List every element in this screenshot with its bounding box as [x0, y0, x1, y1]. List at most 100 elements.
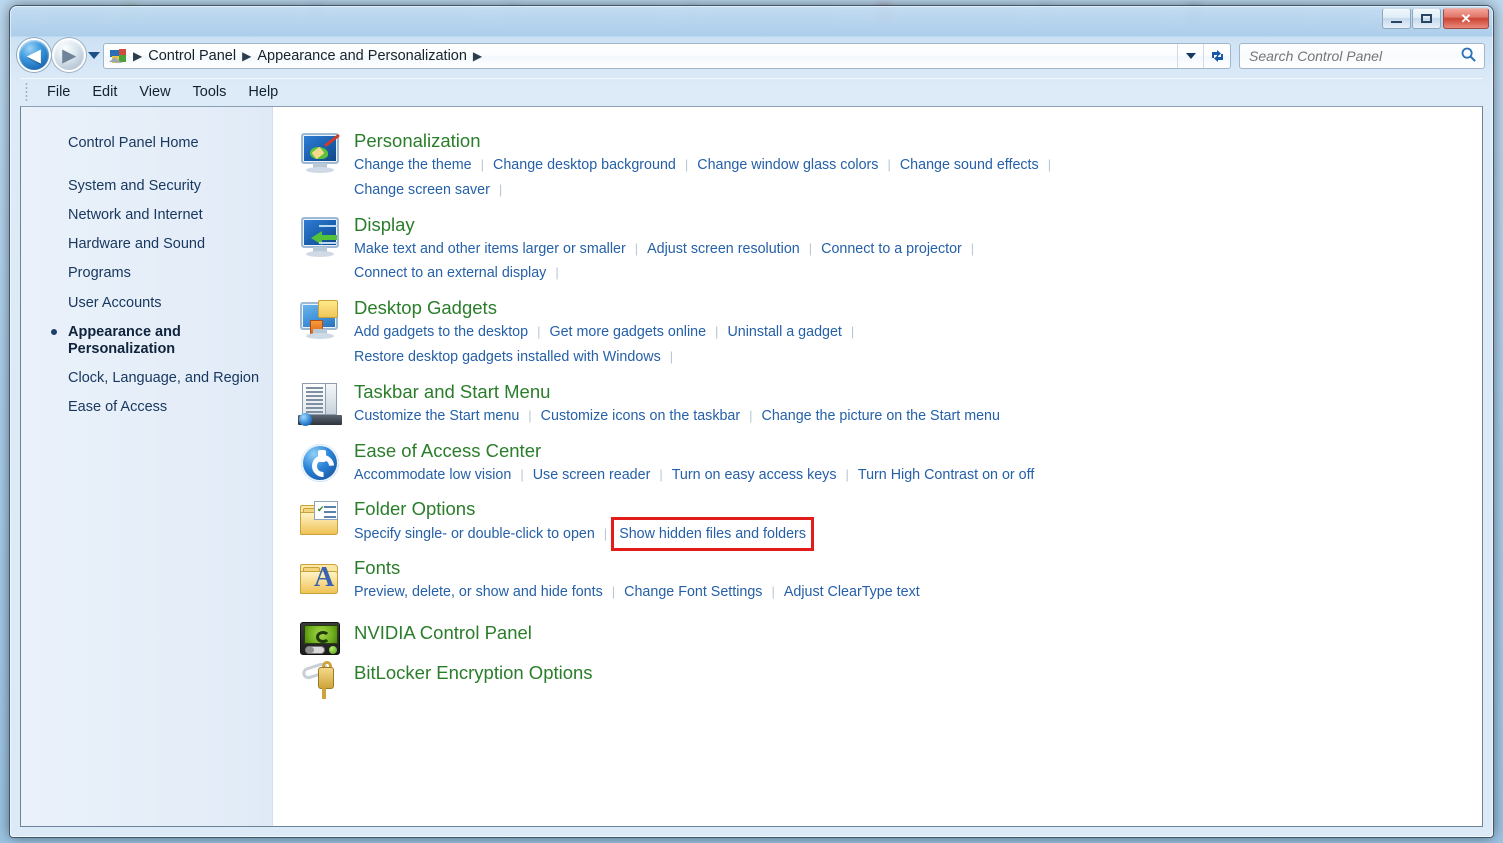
- title-bar[interactable]: ✕: [10, 6, 1493, 36]
- recent-pages-chevron-down-icon[interactable]: [88, 52, 100, 59]
- back-button[interactable]: ◀: [19, 40, 49, 70]
- task-link-preview-delete-or-show-and-hide-fonts[interactable]: Preview, delete, or show and hide fonts: [354, 580, 603, 605]
- maximize-icon: [1421, 14, 1432, 23]
- link-separator: |: [611, 584, 616, 600]
- task-link-change-window-glass-colors[interactable]: Change window glass colors: [697, 153, 878, 178]
- breadcrumb-control-panel[interactable]: Control Panel: [144, 48, 240, 64]
- task-link-turn-on-easy-access-keys[interactable]: Turn on easy access keys: [672, 463, 837, 488]
- category-title-fonts[interactable]: Fonts: [354, 556, 400, 579]
- category-group-taskbar-and-start-menu: Taskbar and Start Menu Customize the Star…: [298, 380, 1482, 429]
- previous-locations-chevron-down-icon[interactable]: [1177, 44, 1203, 68]
- category-links-folder-options: Specify single- or double-click to open |…: [354, 516, 1164, 552]
- category-links-display: Make text and other items larger or smal…: [354, 237, 1164, 286]
- task-link-specify-single-or-double-click-to-open[interactable]: Specify single- or double-click to open: [354, 522, 595, 547]
- sidebar-item-system-and-security[interactable]: System and Security: [21, 172, 272, 201]
- menu-view[interactable]: View: [128, 82, 181, 102]
- link-separator: |: [659, 466, 663, 482]
- task-link-change-sound-effects[interactable]: Change sound effects: [900, 153, 1039, 178]
- category-group-display: Display Make text and other items larger …: [298, 213, 1482, 287]
- category-content: Personalization Change the theme | Change d…: [274, 107, 1482, 826]
- search-input[interactable]: [1249, 48, 1462, 64]
- forward-button[interactable]: ▶: [54, 40, 84, 70]
- menu-edit[interactable]: Edit: [81, 82, 128, 102]
- task-link-get-more-gadgets-online[interactable]: Get more gadgets online: [549, 320, 706, 345]
- address-bar[interactable]: ▶ Control Panel ▶ Appearance and Persona…: [103, 43, 1231, 69]
- sidebar-item-appearance-and-personalization[interactable]: Appearance and Personalization: [21, 318, 272, 364]
- task-link-customize-the-start-menu[interactable]: Customize the Start menu: [354, 404, 519, 429]
- task-link-change-font-settings[interactable]: Change Font Settings: [624, 580, 762, 605]
- task-link-adjust-screen-resolution[interactable]: Adjust screen resolution: [647, 237, 800, 262]
- category-group-ease-of-access-center: Ease of Access Center Accommodate low vis…: [298, 439, 1482, 488]
- category-title-display[interactable]: Display: [354, 213, 415, 236]
- sidebar-item-programs[interactable]: Programs: [21, 259, 272, 288]
- link-separator: |: [528, 407, 532, 423]
- menu-bar: File Edit View Tools Help: [20, 78, 1483, 104]
- sidebar-item-label: Appearance and Personalization: [68, 323, 181, 357]
- link-separator: |: [845, 466, 849, 482]
- minimize-button[interactable]: [1382, 8, 1411, 29]
- link-separator: |: [887, 157, 891, 173]
- task-link-add-gadgets-to-the-desktop[interactable]: Add gadgets to the desktop: [354, 320, 528, 345]
- category-links-taskbar-and-start-menu: Customize the Start menu | Customize icons…: [354, 404, 1164, 429]
- task-link-make-text-and-other-items-larger-or-smaller[interactable]: Make text and other items larger or smal…: [354, 237, 626, 262]
- task-link-change-the-theme[interactable]: Change the theme: [354, 153, 472, 178]
- link-separator: |: [749, 407, 753, 423]
- control-panel-window: ✕ ◀ ▶ ▶ Control Panel ▶ Appearance and P…: [10, 6, 1493, 837]
- fonts-icon: A: [298, 558, 342, 602]
- link-separator: |: [808, 240, 813, 256]
- menu-help[interactable]: Help: [237, 82, 289, 102]
- category-group-fonts: A Fonts Preview, delete, or show and hide …: [298, 556, 1482, 605]
- category-title-nvidia-control-panel[interactable]: NVIDIA Control Panel: [354, 621, 532, 644]
- close-button[interactable]: ✕: [1443, 8, 1489, 29]
- task-link-change-desktop-background[interactable]: Change desktop background: [493, 153, 676, 178]
- task-link-connect-to-an-external-display[interactable]: Connect to an external display: [354, 261, 546, 286]
- search-icon[interactable]: [1457, 43, 1482, 68]
- category-title-taskbar-and-start-menu[interactable]: Taskbar and Start Menu: [354, 380, 550, 403]
- breadcrumb-separator-1: ▶: [242, 49, 252, 63]
- menu-grip-handle[interactable]: [25, 82, 28, 101]
- personalization-icon: [298, 131, 342, 175]
- control-panel-icon: [109, 48, 128, 65]
- task-link-change-the-picture-on-the-start-menu[interactable]: Change the picture on the Start menu: [762, 404, 1000, 429]
- display-icon: [298, 215, 342, 259]
- breadcrumb-appearance-and-personalization[interactable]: Appearance and Personalization: [253, 48, 471, 64]
- category-title-desktop-gadgets[interactable]: Desktop Gadgets: [354, 296, 497, 319]
- forward-arrow-icon: ▶: [62, 45, 76, 65]
- refresh-button[interactable]: [1203, 44, 1230, 68]
- task-link-uninstall-a-gadget[interactable]: Uninstall a gadget: [727, 320, 841, 345]
- sidebar-item-network-and-internet[interactable]: Network and Internet: [21, 201, 272, 230]
- link-separator: |: [1047, 157, 1052, 173]
- category-title-ease-of-access-center[interactable]: Ease of Access Center: [354, 439, 541, 462]
- link-separator: |: [669, 348, 674, 364]
- link-separator: |: [970, 240, 975, 256]
- sidebar-item-ease-of-access[interactable]: Ease of Access: [21, 393, 272, 422]
- task-link-turn-high-contrast-on-or-off[interactable]: Turn High Contrast on or off: [858, 463, 1034, 488]
- category-links-personalization: Change the theme | Change desktop backgrou…: [354, 153, 1164, 202]
- category-links-fonts: Preview, delete, or show and hide fonts |…: [354, 580, 1164, 605]
- link-separator: |: [555, 265, 559, 281]
- sidebar-item-hardware-and-sound[interactable]: Hardware and Sound: [21, 230, 272, 259]
- breadcrumb-separator-2[interactable]: ▶: [471, 49, 484, 63]
- menu-file[interactable]: File: [36, 82, 81, 102]
- sidebar-item-control-panel-home[interactable]: Control Panel Home: [21, 129, 272, 158]
- category-group-personalization: Personalization Change the theme | Change d…: [298, 129, 1482, 203]
- sidebar-item-user-accounts[interactable]: User Accounts: [21, 289, 272, 318]
- category-title-bitlocker-encryption-options[interactable]: BitLocker Encryption Options: [354, 661, 593, 684]
- sidebar-item-clock-language-and-region[interactable]: Clock, Language, and Region: [21, 364, 272, 393]
- category-title-folder-options[interactable]: Folder Options: [354, 497, 475, 520]
- maximize-button[interactable]: [1412, 8, 1441, 29]
- task-link-customize-icons-on-the-taskbar[interactable]: Customize icons on the taskbar: [541, 404, 740, 429]
- task-link-change-screen-saver[interactable]: Change screen saver: [354, 178, 490, 203]
- menu-tools[interactable]: Tools: [182, 82, 238, 102]
- task-link-show-hidden-files-and-folders[interactable]: Show hidden files and folders: [611, 516, 814, 552]
- task-link-connect-to-a-projector[interactable]: Connect to a projector: [821, 237, 962, 262]
- bitlocker-icon: [298, 657, 342, 701]
- link-separator: |: [498, 181, 503, 197]
- task-link-accommodate-low-vision[interactable]: Accommodate low vision: [354, 463, 511, 488]
- search-box[interactable]: [1239, 43, 1485, 69]
- task-link-use-screen-reader[interactable]: Use screen reader: [533, 463, 651, 488]
- task-link-adjust-cleartype-text[interactable]: Adjust ClearType text: [784, 580, 920, 605]
- task-link-restore-desktop-gadgets-installed-with-windows[interactable]: Restore desktop gadgets installed with W…: [354, 345, 661, 370]
- minimize-icon: [1391, 21, 1402, 23]
- category-title-personalization[interactable]: Personalization: [354, 129, 481, 152]
